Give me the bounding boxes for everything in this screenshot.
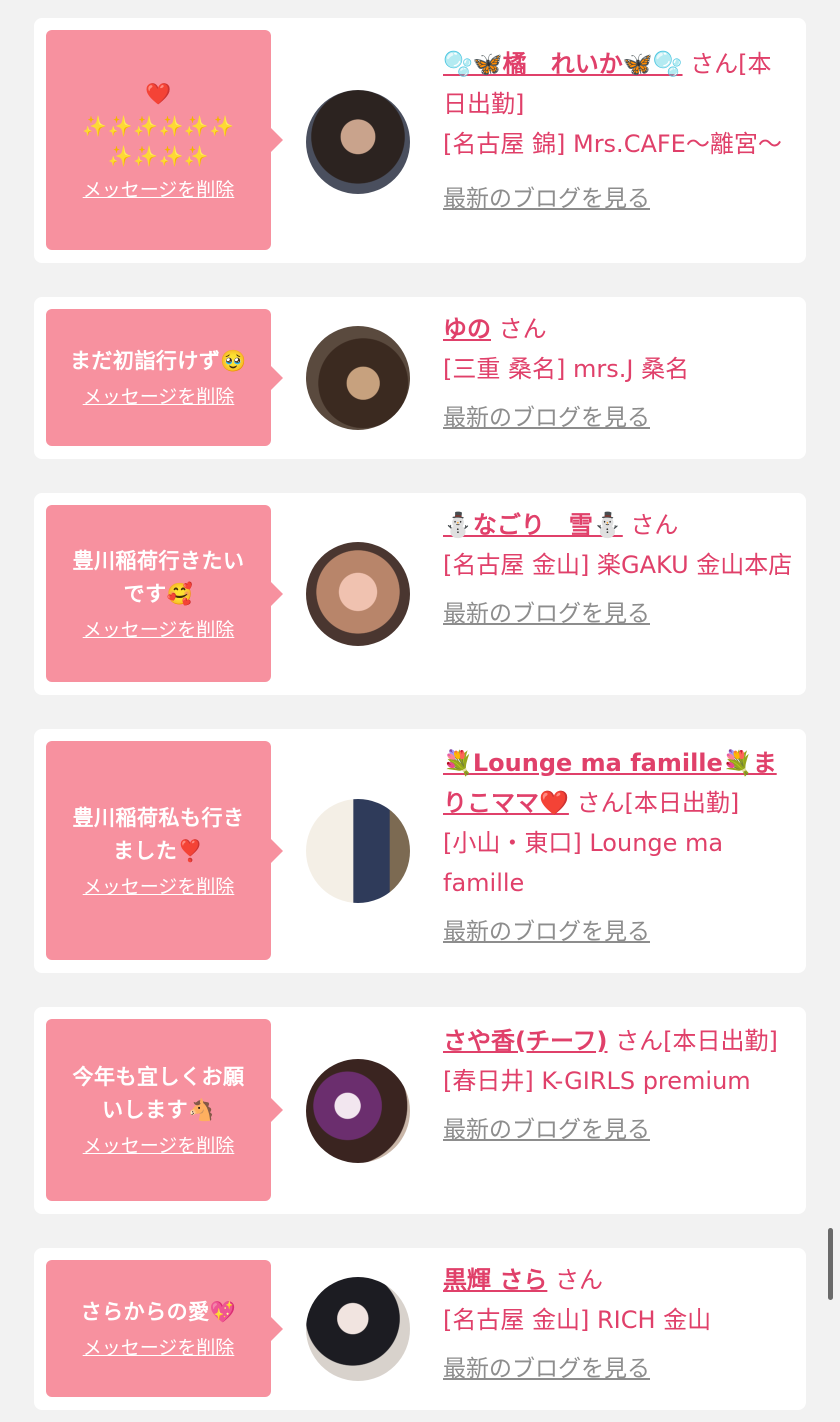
cast-info: ゆの さん [三重 桑名] mrs.J 桑名 最新のブログを見る bbox=[443, 309, 793, 437]
cast-name-link[interactable]: 🫧🦋橘 れいか🦋🫧 bbox=[443, 50, 683, 78]
delete-message-link[interactable]: メッセージを削除 bbox=[83, 617, 235, 643]
message-text: まだ初詣行けず🥹 bbox=[69, 349, 248, 373]
cast-name-link[interactable]: ゆの bbox=[443, 315, 491, 343]
avatar[interactable] bbox=[306, 542, 410, 646]
cast-info: 黒輝 さら さん [名古屋 金山] RICH 金山 最新のブログを見る bbox=[443, 1260, 793, 1388]
message-text: ✨✨✨✨ bbox=[107, 143, 210, 168]
honorific: さん bbox=[555, 1266, 603, 1294]
cast-info: 🫧🦋橘 れいか🦋🫧 さん[本日出勤] [名古屋 錦] Mrs.CAFE〜離宮〜 … bbox=[443, 44, 793, 218]
avatar[interactable] bbox=[306, 90, 410, 194]
shop-name: [小山・東口] Lounge ma famille bbox=[443, 829, 724, 897]
cast-name-link[interactable]: ⛄なごり 雪⛄ bbox=[443, 511, 623, 539]
status-badge: [本日出勤] bbox=[624, 789, 740, 817]
message-text: いします🐴 bbox=[102, 1098, 215, 1122]
honorific: さん bbox=[690, 50, 739, 78]
cast-info: さや香(チーフ) さん[本日出勤] [春日井] K-GIRLS premium … bbox=[443, 1021, 793, 1149]
shop-name: [名古屋 錦] Mrs.CAFE〜離宮〜 bbox=[443, 130, 782, 158]
favorite-card: さらからの愛💖 メッセージを削除 黒輝 さら さん [名古屋 金山] RICH … bbox=[34, 1248, 806, 1410]
message-text: ❤️ bbox=[145, 81, 172, 106]
message-text: ました❣️ bbox=[112, 838, 205, 863]
cast-info: 💐Lounge ma famille💐まりこママ❤️ さん[本日出勤] [小山・… bbox=[443, 743, 793, 951]
status-badge: [本日出勤] bbox=[663, 1027, 778, 1055]
message-text: です🥰 bbox=[123, 581, 194, 606]
avatar[interactable] bbox=[306, 1277, 410, 1381]
favorite-card: ❤️ ✨✨✨✨✨✨ ✨✨✨✨ メッセージを削除 🫧🦋橘 れいか🦋🫧 さん[本日出… bbox=[34, 18, 806, 263]
shop-name: [名古屋 金山] 楽GAKU 金山本店 bbox=[443, 551, 793, 579]
message-bubble: 豊川稲荷私も行き ました❣️ メッセージを削除 bbox=[46, 741, 283, 960]
avatar[interactable] bbox=[306, 1059, 410, 1163]
delete-message-link[interactable]: メッセージを削除 bbox=[83, 874, 235, 900]
favorite-card: 豊川稲荷行きたい です🥰 メッセージを削除 ⛄なごり 雪⛄ さん [名古屋 金山… bbox=[34, 493, 806, 695]
shop-name: [三重 桑名] mrs.J 桑名 bbox=[443, 355, 690, 383]
favorite-card: 今年も宜しくお願 いします🐴 メッセージを削除 さや香(チーフ) さん[本日出勤… bbox=[34, 1007, 806, 1214]
delete-message-link[interactable]: メッセージを削除 bbox=[83, 384, 235, 410]
message-text: ✨✨✨✨✨✨ bbox=[82, 113, 235, 138]
cast-info: ⛄なごり 雪⛄ さん [名古屋 金山] 楽GAKU 金山本店 最新のブログを見る bbox=[443, 505, 793, 633]
blog-link[interactable]: 最新のブログを見る bbox=[443, 597, 650, 631]
message-text: 豊川稲荷私も行き bbox=[72, 805, 245, 830]
shop-name: [名古屋 金山] RICH 金山 bbox=[443, 1306, 712, 1334]
message-text: さらからの愛💖 bbox=[80, 1300, 237, 1324]
cast-name-link[interactable]: さや香(チーフ) bbox=[443, 1027, 608, 1055]
favorite-card: 豊川稲荷私も行き ました❣️ メッセージを削除 💐Lounge ma famil… bbox=[34, 729, 806, 973]
honorific: さん bbox=[615, 1027, 664, 1055]
blog-link[interactable]: 最新のブログを見る bbox=[443, 182, 650, 216]
favorite-card: まだ初詣行けず🥹 メッセージを削除 ゆの さん [三重 桑名] mrs.J 桑名… bbox=[34, 297, 806, 459]
message-bubble: 今年も宜しくお願 いします🐴 メッセージを削除 bbox=[46, 1019, 283, 1201]
message-text: 今年も宜しくお願 bbox=[72, 1065, 245, 1089]
honorific: さん bbox=[498, 315, 547, 343]
avatar[interactable] bbox=[306, 326, 410, 430]
delete-message-link[interactable]: メッセージを削除 bbox=[83, 177, 235, 203]
blog-link[interactable]: 最新のブログを見る bbox=[443, 1113, 650, 1147]
shop-name: [春日井] K-GIRLS premium bbox=[443, 1067, 751, 1095]
avatar[interactable] bbox=[306, 799, 410, 903]
blog-link[interactable]: 最新のブログを見る bbox=[443, 1352, 650, 1386]
blog-link[interactable]: 最新のブログを見る bbox=[443, 401, 650, 435]
message-bubble: まだ初詣行けず🥹 メッセージを削除 bbox=[46, 309, 283, 446]
honorific: さん bbox=[576, 789, 625, 817]
delete-message-link[interactable]: メッセージを削除 bbox=[83, 1335, 235, 1361]
message-bubble: ❤️ ✨✨✨✨✨✨ ✨✨✨✨ メッセージを削除 bbox=[46, 30, 283, 250]
honorific: さん bbox=[630, 511, 679, 539]
message-bubble: 豊川稲荷行きたい です🥰 メッセージを削除 bbox=[46, 505, 283, 682]
blog-link[interactable]: 最新のブログを見る bbox=[443, 915, 650, 949]
scrollbar[interactable] bbox=[828, 1228, 833, 1300]
message-bubble: さらからの愛💖 メッセージを削除 bbox=[46, 1260, 283, 1397]
cast-name-link[interactable]: 黒輝 さら bbox=[443, 1266, 547, 1294]
message-text: 豊川稲荷行きたい bbox=[72, 548, 245, 573]
delete-message-link[interactable]: メッセージを削除 bbox=[83, 1133, 235, 1159]
